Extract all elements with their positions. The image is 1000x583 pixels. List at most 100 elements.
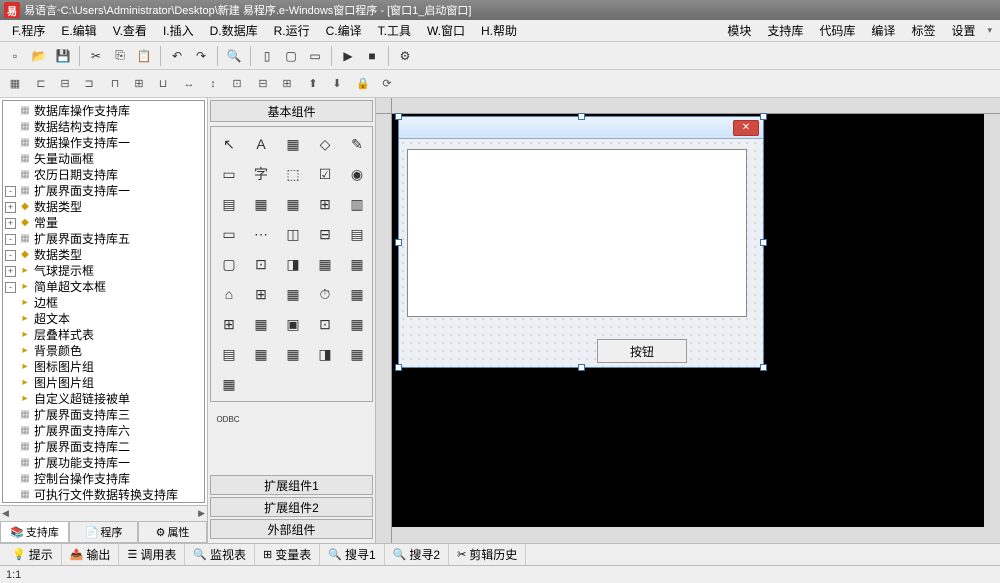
component-40[interactable]: ▦ (217, 373, 241, 395)
tree-node[interactable]: ▦数据结构支持库 (3, 119, 204, 135)
component-0[interactable]: ↖ (217, 133, 241, 155)
tree-node[interactable]: ▦扩展界面支持库六 (3, 423, 204, 439)
component-12[interactable]: ▦ (281, 193, 305, 215)
align-middle-icon[interactable]: ⊞ (128, 73, 150, 95)
component-33[interactable]: ⊡ (313, 313, 337, 335)
component-7[interactable]: ⬚ (281, 163, 305, 185)
component-odbc[interactable]: ODBC (216, 408, 240, 430)
menu-r-5[interactable]: 设置 (943, 20, 983, 41)
component-8[interactable]: ☑ (313, 163, 337, 185)
tree-node[interactable]: ▦农历日期支持库 (3, 167, 204, 183)
tree-node[interactable]: +◆数据类型 (3, 199, 204, 215)
center-h-icon[interactable]: ⊟ (252, 73, 274, 95)
component-22[interactable]: ◨ (281, 253, 305, 275)
component-34[interactable]: ▦ (345, 313, 369, 335)
align-center-h-icon[interactable]: ⊟ (54, 73, 76, 95)
layout1-icon[interactable]: ▯ (256, 45, 278, 67)
component-10[interactable]: ▤ (217, 193, 241, 215)
tree-node[interactable]: ▦矢量动画框 (3, 151, 204, 167)
left-tab-0[interactable]: 📚支持库 (0, 522, 69, 543)
design-form-window[interactable]: ✕ 按钮 (398, 116, 764, 368)
component-21[interactable]: ⊡ (249, 253, 273, 275)
menu-0[interactable]: F.程序 (4, 20, 53, 41)
menubar-more-icon[interactable]: ▾ (983, 25, 996, 36)
component-28[interactable]: ⏱ (313, 283, 337, 305)
tree-node[interactable]: ▸背景颜色 (3, 343, 204, 359)
layout2-icon[interactable]: ▢ (280, 45, 302, 67)
menu-r-3[interactable]: 编译 (863, 20, 903, 41)
tree-node[interactable]: ▦数据操作支持库一 (3, 135, 204, 151)
tree-node[interactable]: ▸层叠样式表 (3, 327, 204, 343)
component-5[interactable]: ▭ (217, 163, 241, 185)
component-20[interactable]: ▢ (217, 253, 241, 275)
component-17[interactable]: ◫ (281, 223, 305, 245)
menu-r-0[interactable]: 模块 (719, 20, 759, 41)
bottom-tab-7[interactable]: ✂剪辑历史 (449, 544, 526, 565)
component-26[interactable]: ⊞ (249, 283, 273, 305)
save-icon[interactable]: 💾 (52, 45, 74, 67)
bring-front-icon[interactable]: ⬆ (302, 73, 324, 95)
gear-icon[interactable]: ⚙ (394, 45, 416, 67)
component-16[interactable]: ⋯ (249, 223, 273, 245)
palette-tab-1[interactable]: 扩展组件2 (210, 497, 373, 517)
paste-icon[interactable]: 📋 (133, 45, 155, 67)
tree-node[interactable]: +◆常量 (3, 215, 204, 231)
palette-tab-2[interactable]: 外部组件 (210, 519, 373, 539)
component-37[interactable]: ▦ (281, 343, 305, 365)
component-31[interactable]: ▦ (249, 313, 273, 335)
tree-node[interactable]: -▦扩展界面支持库一 (3, 183, 204, 199)
bottom-tab-1[interactable]: 📤输出 (62, 544, 120, 565)
run-icon[interactable]: ▶ (337, 45, 359, 67)
align-right-icon[interactable]: ⊐ (78, 73, 100, 95)
tree-node[interactable]: ▦扩展界面支持库二 (3, 439, 204, 455)
designer-scrollbar-h[interactable] (392, 527, 984, 543)
tree-node[interactable]: ▦数据库操作支持库 (3, 103, 204, 119)
tree-node[interactable]: -▸简单超文本框 (3, 279, 204, 295)
menu-7[interactable]: T.工具 (370, 20, 419, 41)
component-2[interactable]: ▦ (281, 133, 305, 155)
component-27[interactable]: ▦ (281, 283, 305, 305)
design-form-titlebar[interactable]: ✕ (399, 117, 763, 139)
component-3[interactable]: ◇ (313, 133, 337, 155)
component-30[interactable]: ⊞ (217, 313, 241, 335)
tree-node[interactable]: ▸图片图片组 (3, 375, 204, 391)
menu-4[interactable]: D.数据库 (202, 20, 266, 41)
grid-icon[interactable]: ▦ (4, 73, 26, 95)
component-13[interactable]: ⊞ (313, 193, 337, 215)
menu-2[interactable]: V.查看 (105, 20, 155, 41)
component-1[interactable]: A (249, 133, 273, 155)
palette-title[interactable]: 基本组件 (210, 100, 373, 122)
bottom-tab-3[interactable]: 🔍监视表 (185, 544, 255, 565)
palette-tab-0[interactable]: 扩展组件1 (210, 475, 373, 495)
align-bottom-icon[interactable]: ⊔ (152, 73, 174, 95)
send-back-icon[interactable]: ⬇ (326, 73, 348, 95)
component-24[interactable]: ▦ (345, 253, 369, 275)
same-height-icon[interactable]: ↕ (202, 73, 224, 95)
tree-node[interactable]: ▸超文本 (3, 311, 204, 327)
cut-icon[interactable]: ✂ (85, 45, 107, 67)
component-18[interactable]: ⊟ (313, 223, 337, 245)
same-size-icon[interactable]: ⊡ (226, 73, 248, 95)
redo-icon[interactable]: ↷ (190, 45, 212, 67)
component-9[interactable]: ◉ (345, 163, 369, 185)
component-32[interactable]: ▣ (281, 313, 305, 335)
tree-node[interactable]: ▸边框 (3, 295, 204, 311)
undo-icon[interactable]: ↶ (166, 45, 188, 67)
tree-node[interactable]: ▦扩展功能支持库一 (3, 455, 204, 471)
tree-node[interactable]: ▸图标图片组 (3, 359, 204, 375)
component-35[interactable]: ▤ (217, 343, 241, 365)
menu-r-4[interactable]: 标签 (903, 20, 943, 41)
library-tree[interactable]: ▦数据库操作支持库▦数据结构支持库▦数据操作支持库一▦矢量动画框▦农历日期支持库… (3, 101, 204, 503)
same-width-icon[interactable]: ↔ (178, 73, 200, 95)
tree-node[interactable]: +▸气球提示框 (3, 263, 204, 279)
menu-6[interactable]: C.编译 (318, 20, 370, 41)
find-icon[interactable]: 🔍 (223, 45, 245, 67)
component-11[interactable]: ▦ (249, 193, 273, 215)
menu-5[interactable]: R.运行 (266, 20, 318, 41)
component-29[interactable]: ▦ (345, 283, 369, 305)
design-editbox[interactable] (407, 149, 747, 317)
component-23[interactable]: ▦ (313, 253, 337, 275)
center-v-icon[interactable]: ⊞ (276, 73, 298, 95)
bottom-tab-6[interactable]: 🔍搜寻2 (385, 544, 449, 565)
bottom-tab-2[interactable]: ☰调用表 (119, 544, 185, 565)
